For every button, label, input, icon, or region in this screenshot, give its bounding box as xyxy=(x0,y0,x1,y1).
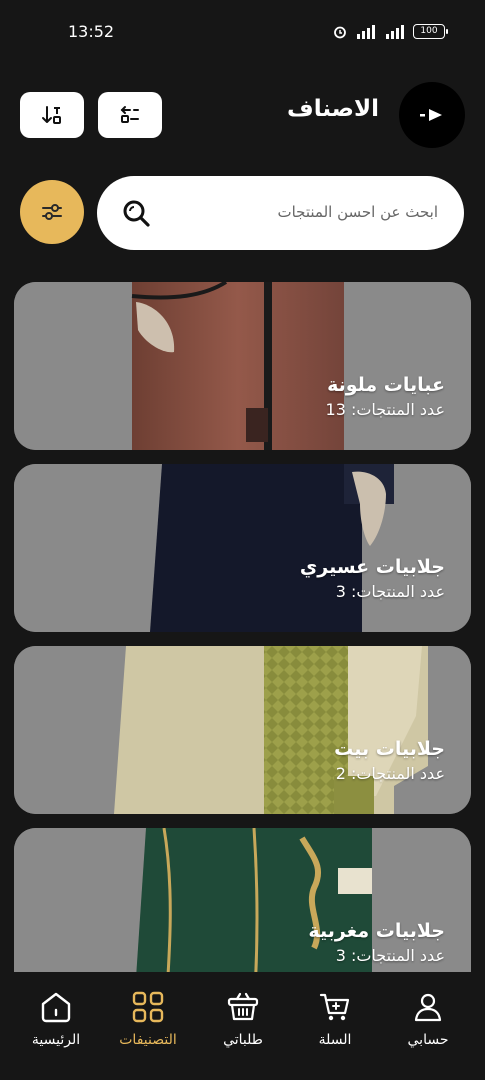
category-count: عدد المنتجات: 3 xyxy=(335,946,445,965)
sort-icon xyxy=(42,106,61,124)
alarm-icon xyxy=(334,26,346,38)
basket-icon xyxy=(227,992,259,1021)
list-filter-icon xyxy=(120,106,139,123)
status-bar: 13:52 100 xyxy=(0,0,485,64)
categories-grid-icon xyxy=(132,991,164,1023)
category-count: عدد المنتجات: 13 xyxy=(325,400,445,419)
user-icon xyxy=(414,993,442,1022)
category-name: جلابيات عسيري xyxy=(299,556,445,578)
signal-4g-icon xyxy=(357,24,375,39)
category-card[interactable]: جلابيات بيت عدد المنتجات: 2 xyxy=(14,646,471,814)
battery-indicator: 100 xyxy=(413,24,448,39)
nav-item-cart[interactable]: السلة xyxy=(295,990,375,1048)
nav-label-cart: السلة xyxy=(318,1032,352,1048)
nav-item-categories[interactable]: التصنيفات xyxy=(108,990,188,1048)
category-text: جلابيات عسيري عدد المنتجات: 3 xyxy=(300,554,445,604)
search-input[interactable]: ابحث عن احسن المنتجات xyxy=(97,176,464,250)
category-card[interactable]: جلابيات عسيري عدد المنتجات: 3 xyxy=(14,464,471,632)
category-text: عبايات ملونة عدد المنتجات: 13 xyxy=(326,372,445,422)
nav-label-home: الرئيسية xyxy=(31,1032,81,1048)
sliders-icon xyxy=(42,204,62,220)
search-placeholder: ابحث عن احسن المنتجات xyxy=(277,203,438,221)
logo-play-icon xyxy=(420,109,442,121)
status-time: 13:52 xyxy=(68,22,115,41)
product-image xyxy=(14,282,471,450)
category-text: جلابيات بيت عدد المنتجات: 2 xyxy=(334,736,445,786)
filter-button[interactable] xyxy=(20,180,84,244)
nav-item-account[interactable]: حسابي xyxy=(388,990,468,1048)
signal-icon xyxy=(386,24,404,39)
cart-icon xyxy=(319,993,350,1021)
category-card[interactable]: عبايات ملونة عدد المنتجات: 13 xyxy=(14,282,471,450)
nav-item-home[interactable]: الرئيسية xyxy=(16,990,96,1048)
nav-label-categories: التصنيفات xyxy=(119,1032,177,1048)
nav-item-orders[interactable]: طلباتي xyxy=(203,990,283,1048)
category-count: عدد المنتجات: 2 xyxy=(335,764,445,783)
category-name: جلابيات مغربية xyxy=(308,920,445,942)
page-title: الاصناف xyxy=(287,96,379,122)
nav-label-orders: طلباتي xyxy=(223,1032,263,1048)
category-text: جلابيات مغربية عدد المنتجات: 3 xyxy=(308,918,445,968)
sort-button[interactable] xyxy=(20,92,84,138)
product-image xyxy=(14,464,471,632)
search-icon[interactable] xyxy=(121,198,151,228)
category-name: جلابيات بيت xyxy=(334,738,445,760)
filter-list-button[interactable] xyxy=(98,92,162,138)
status-icons: 100 xyxy=(333,24,448,39)
bottom-navigation: الرئيسية التصنيفات طلباتي السلة حسابي xyxy=(0,972,485,1080)
category-name: عبايات ملونة xyxy=(327,374,445,396)
category-count: عدد المنتجات: 3 xyxy=(335,582,445,601)
home-icon xyxy=(41,992,71,1023)
brand-logo[interactable] xyxy=(399,82,465,148)
nav-label-account: حسابي xyxy=(407,1032,449,1048)
product-image xyxy=(14,646,471,814)
